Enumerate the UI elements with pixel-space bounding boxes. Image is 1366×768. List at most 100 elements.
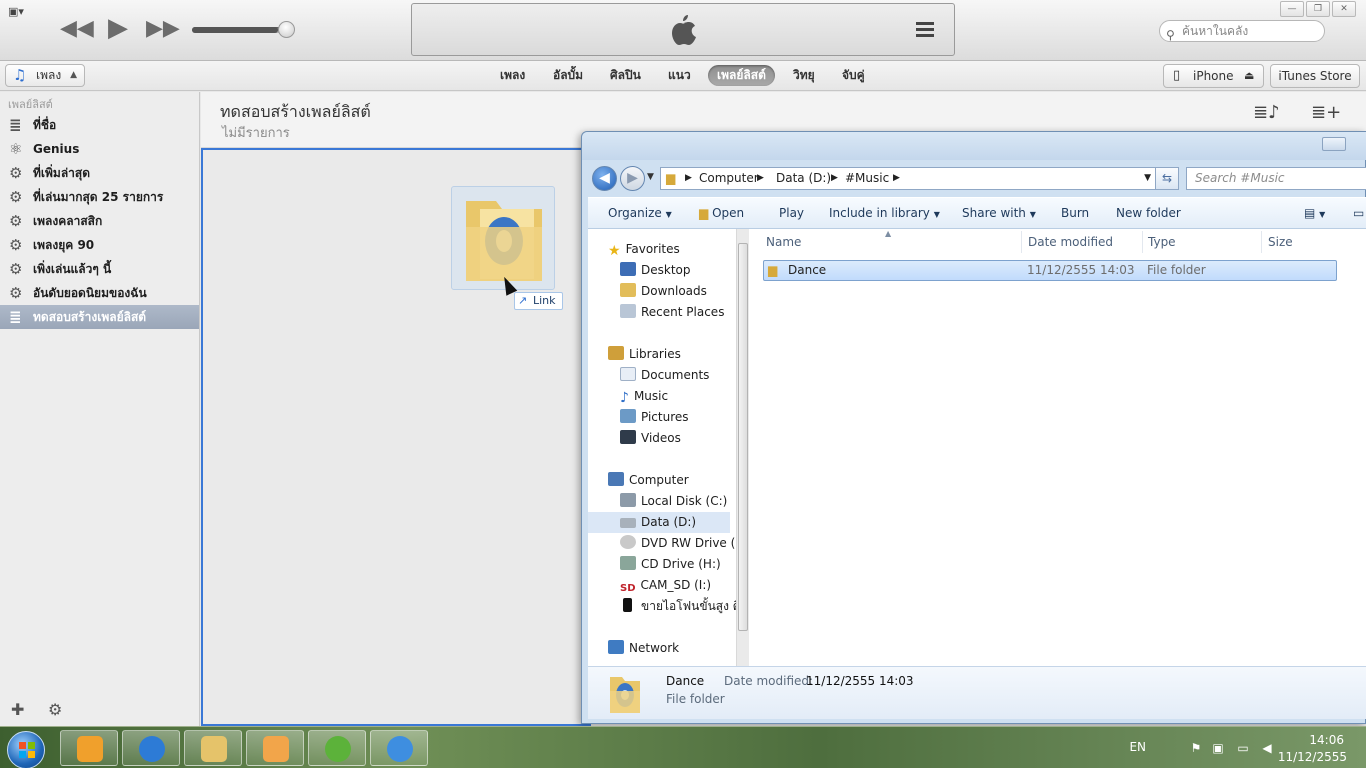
taskbar-outlook[interactable] — [60, 730, 118, 766]
sidebar-item-label: ทดสอบสร้างเพลย์ลิสต์ — [33, 310, 147, 324]
tab-match[interactable]: จับคู่ — [833, 65, 874, 86]
rewind-icon[interactable]: ◀◀ — [60, 16, 94, 41]
tab-radio[interactable]: วิทยุ — [784, 65, 824, 86]
eject-icon[interactable]: ⏏ — [1244, 65, 1254, 87]
column-type[interactable]: Type — [1148, 235, 1176, 249]
dragged-folder-preview — [451, 186, 555, 290]
tab-artists[interactable]: ศิลปิน — [601, 65, 650, 86]
preview-pane-icon[interactable]: ▭ — [1353, 198, 1364, 228]
sd-card-icon: SD — [620, 583, 636, 594]
sidebar-item-top-25[interactable]: ⚙ ที่เล่นมากสุด 25 รายการ — [0, 185, 199, 209]
start-button[interactable] — [7, 731, 45, 768]
burn-button[interactable]: Burn — [1061, 198, 1089, 228]
media-kind-select[interactable]: ♫ เพลง ▲ — [5, 64, 85, 87]
nav-scrollbar[interactable] — [736, 229, 749, 666]
details-pane: Dance Date modified: 11/12/2555 14:03 Fi… — [588, 666, 1366, 719]
include-in-library-menu[interactable]: Include in library ▼ — [829, 198, 940, 228]
close-icon[interactable]: ✕ — [1332, 1, 1356, 17]
windows-taskbar: EN ⚑ ▣ ▭ ◀ 14:06 11/12/2555 — [0, 726, 1366, 768]
taskbar-explorer[interactable] — [184, 730, 242, 766]
nav-network[interactable]: Network — [608, 638, 748, 659]
address-input[interactable]: ▆ ▶ Computer ▶ Data (D:) ▶ #Music ▶ ▼ — [660, 167, 1158, 190]
settings-gear-icon[interactable]: ⚙ — [48, 700, 62, 719]
column-name[interactable]: Name — [766, 235, 801, 249]
organize-menu[interactable]: Organize ▼ — [608, 198, 672, 228]
nav-libraries[interactable]: Libraries — [608, 344, 748, 365]
phone-icon: ▯ — [1173, 68, 1181, 83]
sidebar-footer: ✚ ⚙ — [0, 694, 199, 726]
view-options-icon[interactable]: ▤ ▼ — [1304, 198, 1325, 228]
restore-icon[interactable]: ❐ — [1306, 1, 1330, 17]
column-divider[interactable] — [1142, 231, 1143, 253]
breadcrumb-music[interactable]: #Music — [845, 168, 889, 189]
breadcrumb-arrow-icon[interactable]: ▶ — [893, 168, 900, 189]
sidebar-item-playlist-1[interactable]: ≣ ที่ชื่อ — [0, 113, 199, 137]
taskbar-media-player[interactable] — [246, 730, 304, 766]
tab-playlists[interactable]: เพลย์ลิสต์ — [708, 65, 775, 86]
nav-favorites[interactable]: ★ Favorites — [608, 239, 748, 260]
iphone-device-button[interactable]: ▯ iPhone ⏏ — [1163, 64, 1264, 88]
windows-logo-icon — [19, 742, 35, 758]
minimize-icon[interactable] — [1322, 137, 1346, 151]
taskbar-itunes[interactable] — [370, 730, 428, 766]
edit-playlist-icon[interactable]: ≣♪ — [1253, 102, 1280, 123]
sidebar-item-genius[interactable]: ⚛ Genius — [0, 137, 199, 161]
volume-knob[interactable] — [278, 21, 295, 38]
clock-time[interactable]: 14:06 — [1309, 733, 1344, 747]
column-divider[interactable] — [1021, 231, 1022, 253]
history-dropdown-icon[interactable]: ▼ — [647, 172, 654, 182]
play-button[interactable]: Play — [779, 198, 804, 228]
fast-forward-icon[interactable]: ▶▶ — [146, 16, 180, 41]
breadcrumb-data-drive[interactable]: Data (D:) — [776, 168, 831, 189]
add-to-playlist-icon[interactable]: ≣+ — [1311, 102, 1341, 123]
volume-slider[interactable] — [192, 27, 288, 33]
forward-arrow-icon[interactable]: ▶ — [620, 166, 645, 191]
new-folder-button[interactable]: New folder — [1116, 198, 1181, 228]
clock-date[interactable]: 11/12/2555 — [1278, 750, 1347, 764]
nav-data-d[interactable]: Data (D:) — [588, 512, 730, 533]
breadcrumb-arrow-icon[interactable]: ▶ — [685, 168, 692, 189]
taskbar-internet-explorer[interactable] — [122, 730, 180, 766]
sidebar-item-test-playlist[interactable]: ≣ ทดสอบสร้างเพลย์ลิสต์ — [0, 305, 199, 329]
column-size[interactable]: Size — [1268, 235, 1293, 249]
explorer-search-input[interactable]: Search #Music — [1186, 167, 1366, 190]
sidebar-item-recently-played[interactable]: ⚙ เพิ่งเล่นแล้วๆ นี้ — [0, 257, 199, 281]
share-with-menu[interactable]: Share with ▼ — [962, 198, 1036, 228]
library-search-input[interactable]: ⚲ ค้นหาในคลัง — [1159, 20, 1325, 42]
back-arrow-icon[interactable]: ◀ — [592, 166, 617, 191]
taskbar-utorrent[interactable] — [308, 730, 366, 766]
tab-albums[interactable]: อัลบั้ม — [544, 65, 592, 86]
minimize-icon[interactable]: — — [1280, 1, 1304, 17]
refresh-icon[interactable]: ⇆ — [1155, 167, 1179, 190]
breadcrumb-arrow-icon[interactable]: ▶ — [757, 168, 764, 189]
volume-icon[interactable]: ◀ — [1260, 741, 1274, 755]
tab-genres[interactable]: แนว — [659, 65, 700, 86]
explorer-titlebar[interactable] — [582, 132, 1366, 160]
up-next-list-icon[interactable] — [916, 22, 934, 40]
breadcrumb-arrow-icon[interactable]: ▶ — [831, 168, 838, 189]
column-divider[interactable] — [1261, 231, 1262, 253]
sidebar-item-top-rated[interactable]: ⚙ อันดับยอดนิยมของฉัน — [0, 281, 199, 305]
action-center-icon[interactable]: ⚑ — [1189, 741, 1203, 755]
add-playlist-icon[interactable]: ✚ — [11, 700, 24, 719]
table-row[interactable]: ▆ Dance 11/12/2555 14:03 File folder — [763, 260, 1337, 281]
nav-computer[interactable]: Computer — [608, 470, 748, 491]
play-icon[interactable]: ▶ — [108, 13, 128, 43]
open-button[interactable]: ▆ Open — [699, 198, 744, 228]
network-icon[interactable]: ▭ — [1236, 741, 1250, 755]
sidebar-item-90s[interactable]: ⚙ เพลงยุค 90 — [0, 233, 199, 257]
breadcrumb-computer[interactable]: Computer — [699, 168, 759, 189]
nav-scrollbar-thumb[interactable] — [738, 243, 748, 631]
address-dropdown-icon[interactable]: ▼ — [1144, 168, 1151, 189]
music-note-icon: ♫ — [13, 66, 27, 84]
language-indicator[interactable]: EN — [1129, 740, 1146, 754]
sidebar-item-recently-added[interactable]: ⚙ ที่เพิ่มล่าสุด — [0, 161, 199, 185]
now-playing-display — [411, 3, 955, 56]
itunes-store-button[interactable]: iTunes Store — [1270, 64, 1360, 88]
column-date-modified[interactable]: Date modified — [1028, 235, 1113, 249]
itunes-toolbar: ▣▾ ◀◀ ▶ ▶▶ — ❐ ✕ ⚲ ค้นหาในคลัง — [0, 0, 1366, 61]
usb-icon[interactable]: ▣ — [1211, 741, 1225, 755]
sidebar-item-classical[interactable]: ⚙ เพลงคลาสสิก — [0, 209, 199, 233]
tab-songs[interactable]: เพลง — [491, 65, 534, 86]
menu-icon[interactable]: ▣▾ — [8, 5, 24, 18]
